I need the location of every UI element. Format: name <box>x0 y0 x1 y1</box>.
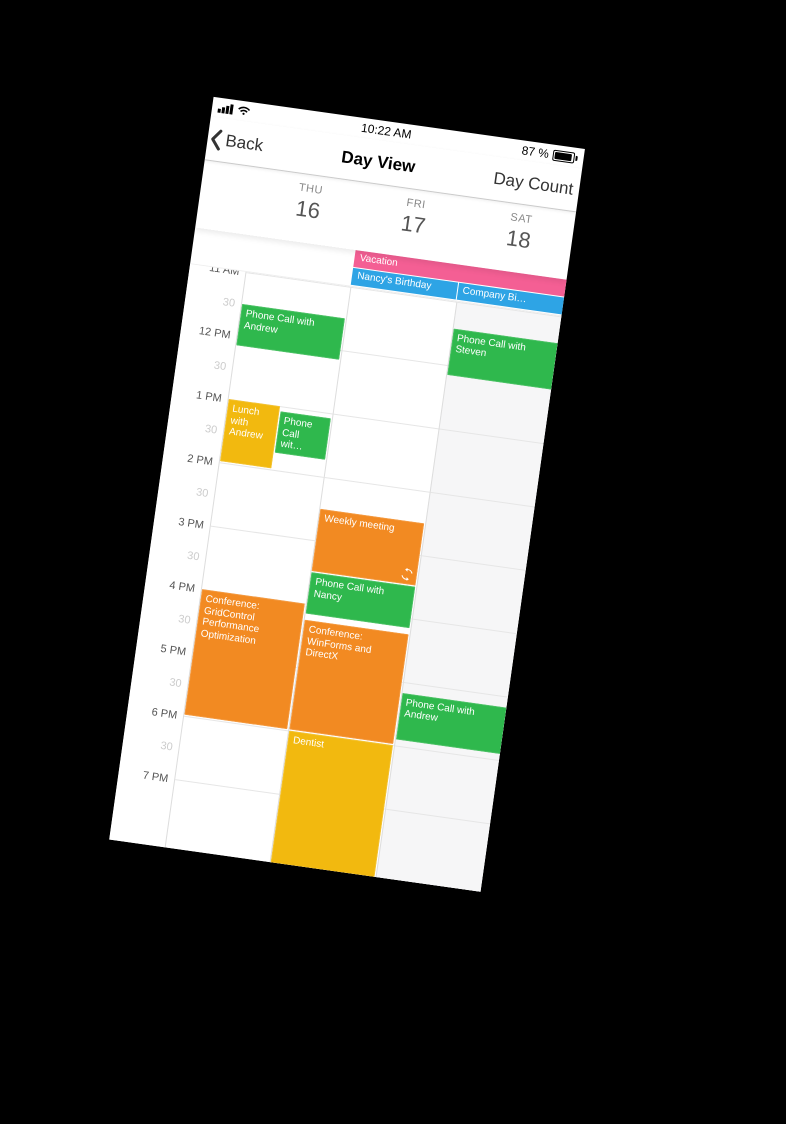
phone-screen: 10:22 AM 87 % Back Day View Day Count TH… <box>109 97 585 892</box>
day-header-18[interactable]: SAT18 <box>461 198 576 280</box>
recurring-icon <box>400 568 414 582</box>
cellular-signal-icon <box>217 103 233 115</box>
hour-tick: 4 PM <box>168 579 195 596</box>
half-hour-tick: 30 <box>222 295 236 311</box>
calendar-event[interactable]: Phone Call with Andrew <box>236 304 345 360</box>
half-hour-tick: 30 <box>160 739 174 755</box>
hour-tick: 5 PM <box>160 642 187 659</box>
hour-tick: 2 PM <box>186 452 213 469</box>
calendar-event[interactable]: Phone Call with Andrew <box>396 693 514 755</box>
battery-percent: 87 % <box>521 143 550 161</box>
calendar-event[interactable]: Conference: GridControl Performance Opti… <box>184 589 305 729</box>
calendar-event[interactable]: Dentist <box>267 731 392 892</box>
half-hour-tick: 30 <box>195 485 209 501</box>
half-hour-tick: 30 <box>213 359 227 375</box>
wifi-icon <box>236 105 251 117</box>
half-hour-tick: 30 <box>177 612 191 628</box>
back-label: Back <box>224 131 264 156</box>
back-button[interactable]: Back <box>206 127 264 157</box>
calendar-event[interactable]: Phone Call with Steven <box>447 328 562 390</box>
calendar-event[interactable]: Phone Call wit… <box>274 411 331 459</box>
hour-tick: 7 PM <box>142 769 169 786</box>
calendar-event[interactable]: Conference: WinForms and DirectX <box>290 620 409 744</box>
calendar-event[interactable]: Lunch with Andrew <box>220 399 280 469</box>
hour-tick: 12 PM <box>198 324 231 342</box>
hour-tick: 1 PM <box>195 388 222 405</box>
page-title: Day View <box>340 147 416 177</box>
half-hour-tick: 30 <box>204 422 218 438</box>
half-hour-tick: 30 <box>168 675 182 691</box>
time-grid[interactable]: 11 AM3012 PM301 PM302 PM303 PM304 PM305 … <box>109 264 561 892</box>
hour-tick: 6 PM <box>151 705 178 722</box>
day-header-16[interactable]: THU16 <box>251 168 366 250</box>
day-header-17[interactable]: FRI17 <box>356 183 471 265</box>
hour-tick: 3 PM <box>177 515 204 532</box>
chevron-left-icon <box>208 127 225 151</box>
day-count-button[interactable]: Day Count <box>492 168 574 199</box>
half-hour-tick: 30 <box>186 549 200 565</box>
battery-icon <box>552 149 578 163</box>
